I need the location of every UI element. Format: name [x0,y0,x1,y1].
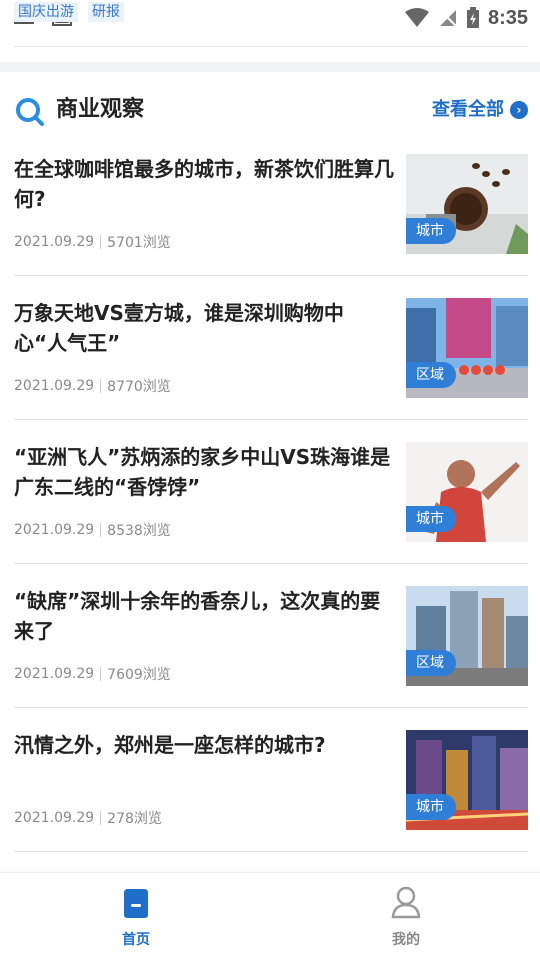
article-meta: 2021.09.29 8538浏览 [14,520,171,540]
section-spacer [0,62,540,72]
article-title: “亚洲飞人”苏炳添的家乡中山VS珠海谁是广东二线的“香饽饽” [14,445,391,499]
category-badge: 城市 [406,794,456,820]
article-date: 2021.09.29 [14,666,95,682]
article-item[interactable]: “亚洲飞人”苏炳添的家乡中山VS珠海谁是广东二线的“香饽饽” 2021.09.2… [14,442,528,586]
article-thumbnail: 城市 [406,730,528,830]
section-header: 商业观察 查看全部 › [0,88,540,132]
article-divider [14,275,528,276]
article-item[interactable]: 汛情之外，郑州是一座怎样的城市? 2021.09.29 278浏览 城市 [14,730,528,874]
article-meta: 2021.09.29 278浏览 [14,808,162,828]
article-title: 在全球咖啡馆最多的城市，新茶饮们胜算几何? [14,157,394,211]
article-thumbnail: 城市 [406,442,528,542]
chevron-right-icon: › [510,101,528,119]
article-date: 2021.09.29 [14,810,95,826]
signal-off-icon [439,9,457,27]
article-item[interactable]: 万象天地VS壹方城，谁是深圳购物中心“人气王” 2021.09.29 8770浏… [14,298,528,442]
nav-home[interactable]: 首页 [86,885,186,949]
article-divider [14,851,528,852]
article-title: 汛情之外，郑州是一座怎样的城市? [14,733,326,757]
user-icon [391,886,421,919]
nav-mine[interactable]: 我的 [356,885,456,949]
article-views: 7609浏览 [107,667,171,683]
article-divider [14,707,528,708]
article-meta: 2021.09.29 7609浏览 [14,664,171,684]
view-all-link[interactable]: 查看全部 › [432,97,528,123]
article-views: 278浏览 [107,811,162,827]
article-views: 8538浏览 [107,523,171,539]
bottom-navigation: 首页 我的 [0,872,540,960]
nav-home-label: 首页 [122,932,150,948]
wifi-icon [404,8,429,27]
article-item[interactable]: “缺席”深圳十余年的香奈儿，这次真的要来了 2021.09.29 7609浏览 … [14,586,528,730]
system-status: 8:35 [404,4,528,32]
battery-icon [466,7,479,28]
business-observation-icon [16,98,44,126]
meta-separator [100,811,102,825]
article-divider [14,563,528,564]
tag-list: 国庆出游 研报 [14,2,124,22]
meta-separator [100,523,102,537]
article-date: 2021.09.29 [14,234,95,250]
article-meta: 2021.09.29 5701浏览 [14,232,171,252]
article-divider [14,419,528,420]
meta-separator [100,235,102,249]
article-title: 万象天地VS壹方城，谁是深圳购物中心“人气王” [14,301,344,355]
article-views: 5701浏览 [107,235,171,251]
article-meta: 2021.09.29 8770浏览 [14,376,171,396]
top-divider [14,46,528,47]
meta-separator [100,379,102,393]
category-badge: 城市 [406,506,456,532]
article-title: “缺席”深圳十余年的香奈儿，这次真的要来了 [14,589,381,643]
article-item[interactable]: 在全球咖啡馆最多的城市，新茶饮们胜算几何? 2021.09.29 5701浏览 … [14,154,528,298]
article-date: 2021.09.29 [14,378,95,394]
top-status-bar: 国庆出游 研报 8:35 [0,0,540,47]
section-title: 商业观察 [56,97,145,122]
tag-research-report[interactable]: 研报 [88,2,124,22]
tag-national-day-travel[interactable]: 国庆出游 [14,2,78,22]
article-thumbnail: 区域 [406,298,528,398]
article-thumbnail: 城市 [406,154,528,254]
clock-time: 8:35 [487,6,528,29]
category-badge: 区域 [406,650,456,676]
article-thumbnail: 区域 [406,586,528,686]
nav-mine-label: 我的 [392,932,420,948]
category-badge: 区域 [406,362,456,388]
meta-separator [100,667,102,681]
category-badge: 城市 [406,218,456,244]
article-date: 2021.09.29 [14,522,95,538]
view-all-label: 查看全部 [432,99,504,120]
home-icon [124,889,148,918]
article-views: 8770浏览 [107,379,171,395]
